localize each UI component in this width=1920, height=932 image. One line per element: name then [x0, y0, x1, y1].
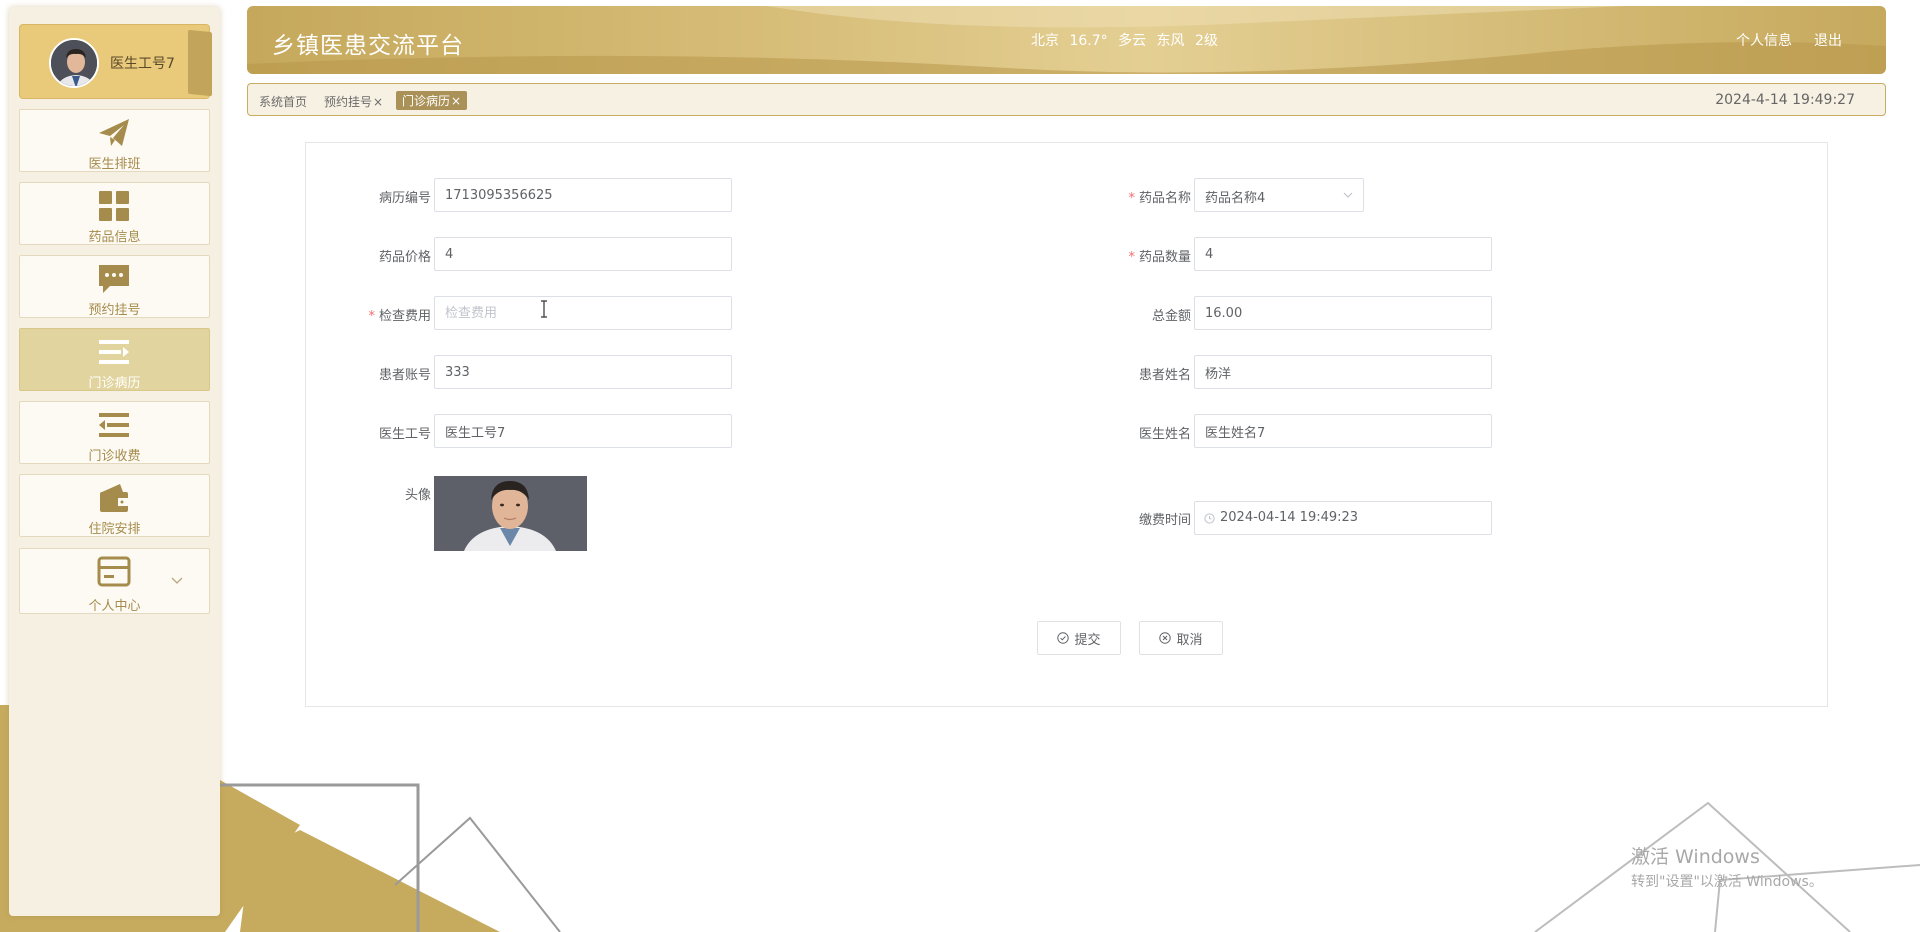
tab-outpatient-record[interactable]: 门诊病历× [396, 91, 468, 110]
paper-plane-icon [99, 119, 129, 146]
text-cursor-icon [541, 300, 547, 318]
app-title: 乡镇医患交流平台 [272, 33, 464, 59]
drug-qty-input[interactable] [1194, 237, 1492, 271]
doctor-id-label: 医生工号 [378, 427, 431, 442]
grid-icon [99, 191, 129, 221]
windows-activation-watermark: 激活 Windows 转到"设置"以激活 Windows。 [1631, 842, 1823, 891]
drug-name-label: * 药品名称 [1128, 191, 1191, 206]
logout-link[interactable]: 退出 [1814, 30, 1842, 50]
drug-price-input[interactable] [434, 237, 732, 271]
weather-info: 北京 16.7° 多云 东风 2级 [1031, 30, 1224, 50]
sidebar-item-doctor-schedule[interactable]: 医生排班 [19, 109, 210, 172]
total-input[interactable] [1194, 296, 1492, 330]
wallet-icon [100, 484, 128, 512]
profile-link[interactable]: 个人信息 [1736, 30, 1792, 50]
card-icon [97, 556, 131, 587]
top-header: 乡镇医患交流平台 北京 16.7° 多云 东风 2级 个人信息 退出 [247, 6, 1886, 74]
sidebar-item-inpatient-arrangement[interactable]: 住院安排 [19, 474, 210, 537]
user-profile-card[interactable]: 医生工号7 [19, 24, 212, 99]
doctor-name-label: 医生姓名 [1138, 427, 1191, 442]
current-datetime: 2024-4-14 19:49:27 [1715, 92, 1855, 108]
sidebar-item-label: 个人中心 [88, 599, 141, 614]
sidebar-item-appointment[interactable]: 预约挂号 [19, 255, 210, 318]
chevron-down-icon [1343, 192, 1353, 198]
drug-name-value: 药品名称4 [1205, 191, 1266, 206]
list-outdent-icon [99, 413, 129, 437]
close-icon[interactable]: × [451, 94, 461, 108]
sidebar-item-label: 住院安排 [88, 522, 141, 537]
weather-level: 2级 [1194, 33, 1218, 49]
sidebar: 医生工号7 医生排班 药品信息 预约挂号 门诊病历 门诊收费 住院安排 个人中心 [9, 7, 220, 916]
patient-account-input[interactable] [434, 355, 732, 389]
doctor-photo[interactable] [434, 476, 587, 551]
close-icon[interactable]: × [373, 95, 383, 109]
watermark-title: 激活 Windows [1631, 846, 1760, 868]
watermark-subtitle: 转到"设置"以激活 Windows。 [1631, 874, 1823, 890]
weather-wind: 东风 [1156, 33, 1185, 49]
avatar-label: 头像 [404, 488, 431, 503]
pay-time-label: 缴费时间 [1138, 513, 1191, 528]
sidebar-item-drug-info[interactable]: 药品信息 [19, 182, 210, 245]
profile-ribbon [188, 29, 212, 97]
exam-fee-input[interactable] [434, 296, 732, 330]
sidebar-item-outpatient-record[interactable]: 门诊病历 [19, 328, 210, 391]
chevron-down-icon[interactable] [171, 577, 183, 585]
patient-name-input[interactable] [1194, 355, 1492, 389]
tab-appointment[interactable]: 预约挂号× [324, 93, 383, 110]
submit-button-label: 提交 [1074, 632, 1101, 648]
close-circle-icon [1159, 632, 1172, 644]
sidebar-item-label: 医生排班 [88, 157, 141, 172]
weather-condition: 多云 [1118, 33, 1147, 49]
sidebar-item-label: 预约挂号 [88, 303, 141, 318]
exam-fee-label: * 检查费用 [368, 309, 431, 324]
pay-time-picker[interactable]: 2024-04-14 19:49:23 [1194, 501, 1492, 535]
sidebar-item-label: 门诊收费 [88, 449, 141, 464]
sidebar-item-label: 门诊病历 [88, 376, 141, 391]
patient-name-label: 患者姓名 [1138, 368, 1191, 383]
weather-temp: 16.7° [1069, 33, 1108, 49]
weather-city: 北京 [1031, 33, 1059, 49]
tab-home[interactable]: 系统首页 [259, 93, 307, 110]
tab-label: 门诊病历 [402, 94, 451, 108]
tabs-bar: 系统首页 预约挂号× 门诊病历× 2024-4-14 19:49:27 [247, 83, 1886, 116]
cancel-button-label: 取消 [1176, 632, 1203, 648]
avatar [49, 38, 99, 88]
sidebar-item-personal-center[interactable]: 个人中心 [19, 548, 210, 614]
chat-bubble-icon [99, 265, 129, 293]
tab-label: 预约挂号 [324, 95, 373, 109]
submit-button[interactable]: 提交 [1037, 621, 1121, 655]
check-circle-icon [1057, 632, 1070, 644]
pay-time-value: 2024-04-14 19:49:23 [1220, 510, 1359, 525]
cancel-button[interactable]: 取消 [1139, 621, 1223, 655]
user-name: 医生工号7 [110, 56, 175, 72]
sidebar-item-label: 药品信息 [88, 230, 141, 245]
sidebar-item-outpatient-billing[interactable]: 门诊收费 [19, 401, 210, 464]
drug-price-label: 药品价格 [378, 250, 431, 265]
drug-qty-label: * 药品数量 [1128, 250, 1191, 265]
doctor-name-input[interactable] [1194, 414, 1492, 448]
total-label: 总金额 [1151, 309, 1191, 324]
record-no-label: 病历编号 [378, 191, 431, 206]
list-indent-icon [99, 340, 129, 364]
record-form-panel: 病历编号 *药品名称 药品名称4 药品价格 *药品数量 *检查费用 总金额 患者… [305, 142, 1828, 707]
clock-icon [1204, 513, 1215, 524]
doctor-id-input[interactable] [434, 414, 732, 448]
record-no-input[interactable] [434, 178, 732, 212]
tab-label: 系统首页 [259, 95, 308, 109]
drug-name-select[interactable]: 药品名称4 [1194, 178, 1364, 212]
patient-account-label: 患者账号 [378, 368, 431, 383]
